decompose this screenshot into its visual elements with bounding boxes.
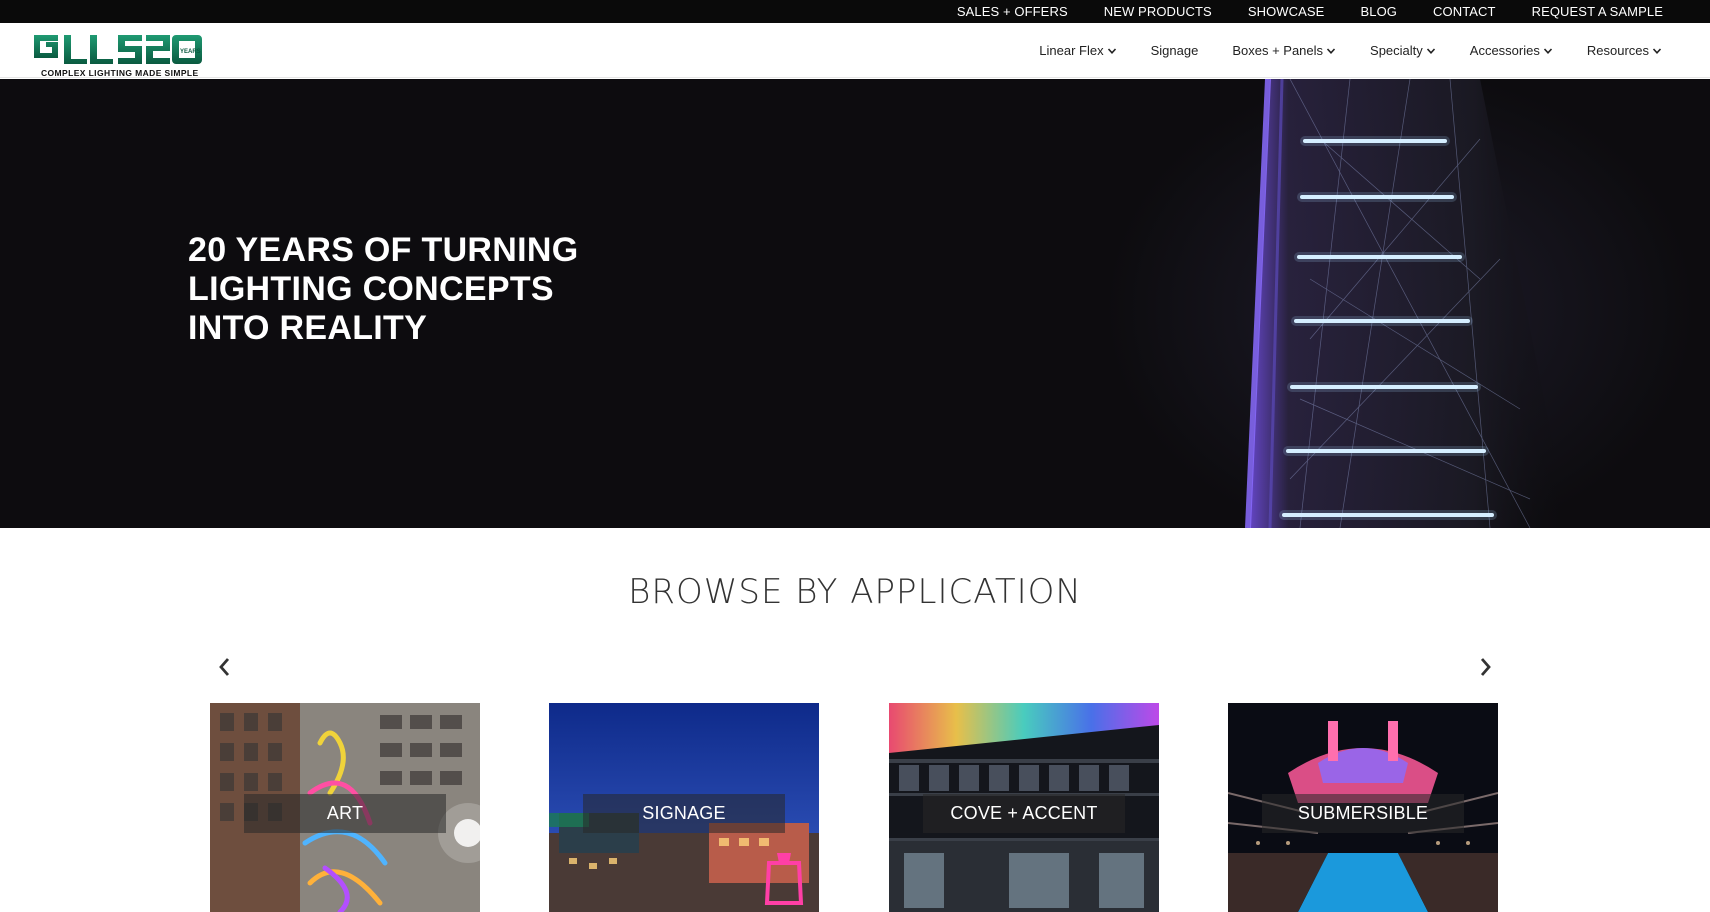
application-card-submersible[interactable]: SUBMERSIBLE (1228, 703, 1498, 912)
carousel-next-button[interactable] (1471, 652, 1501, 682)
logo-years-badge: YEARS (180, 49, 201, 55)
request-sample-link[interactable]: REQUEST A SAMPLE (1532, 4, 1663, 19)
chevron-down-icon (1426, 47, 1435, 54)
chevron-down-icon (1326, 47, 1336, 54)
nav-boxes-panels[interactable]: Boxes + Panels (1232, 43, 1336, 58)
nav-label: Resources (1586, 43, 1649, 58)
browse-section-title: BROWSE BY APPLICATION (628, 572, 1082, 612)
site-logo[interactable]: YEARS COMPLEX LIGHTING MADE SIMPLE (30, 27, 206, 78)
chevron-down-icon (1107, 47, 1116, 54)
application-card-cove-accent[interactable]: COVE + ACCENT (889, 703, 1159, 912)
contact-link[interactable]: CONTACT (1433, 4, 1496, 19)
hero-line-1: 20 YEARS OF TURNING (188, 231, 579, 269)
card-label: COVE + ACCENT (923, 794, 1125, 833)
hero-heading: 20 YEARS OF TURNING LIGHTING CONCEPTS IN… (188, 231, 648, 348)
card-label: SUBMERSIBLE (1262, 794, 1464, 833)
hero-banner: 20 YEARS OF TURNING LIGHTING CONCEPTS IN… (0, 79, 1710, 528)
card-label: SIGNAGE (583, 794, 785, 833)
hero-tower-image (1245, 79, 1570, 528)
logo-wordmark: YEARS (34, 35, 202, 64)
chevron-right-icon (1480, 658, 1491, 676)
site-header: YEARS COMPLEX LIGHTING MADE SIMPLE Linea… (0, 23, 1710, 78)
hero-line-2: LIGHTING CONCEPTS (188, 270, 554, 308)
nav-label: Signage (1150, 43, 1199, 58)
nav-linear-flex[interactable]: Linear Flex (1039, 43, 1116, 58)
nav-label: Accessories (1469, 43, 1540, 58)
nav-label: Boxes + Panels (1232, 43, 1324, 58)
application-card-art[interactable]: ART (210, 703, 480, 912)
chevron-down-icon (1652, 47, 1662, 54)
nav-specialty[interactable]: Specialty (1370, 43, 1436, 58)
hero-line-3: INTO REALITY (188, 309, 428, 347)
nav-label: Linear Flex (1039, 43, 1104, 58)
nav-signage[interactable]: Signage (1151, 43, 1199, 58)
top-utility-bar: SALES + OFFERS NEW PRODUCTS SHOWCASE BLO… (0, 0, 1710, 23)
chevron-left-icon (219, 658, 230, 676)
application-carousel: ART SIGNAGE COVE + ACCENT SUBMERSIBLE (210, 703, 1500, 912)
sales-offers-link[interactable]: SALES + OFFERS (957, 4, 1068, 19)
nav-accessories[interactable]: Accessories (1470, 43, 1553, 58)
nav-label: Specialty (1370, 43, 1423, 58)
chevron-down-icon (1543, 47, 1552, 54)
blog-link[interactable]: BLOG (1360, 4, 1397, 19)
logo-tagline: COMPLEX LIGHTING MADE SIMPLE (41, 68, 199, 78)
application-card-signage[interactable]: SIGNAGE (549, 703, 819, 912)
showcase-link[interactable]: SHOWCASE (1248, 4, 1325, 19)
utility-links: SALES + OFFERS NEW PRODUCTS SHOWCASE BLO… (957, 0, 1663, 23)
carousel-prev-button[interactable] (209, 652, 239, 682)
nav-resources[interactable]: Resources (1587, 43, 1662, 58)
card-label: ART (244, 794, 446, 833)
main-navigation: Linear Flex Signage Boxes + Panels Speci… (1039, 23, 1662, 78)
new-products-link[interactable]: NEW PRODUCTS (1104, 4, 1212, 19)
